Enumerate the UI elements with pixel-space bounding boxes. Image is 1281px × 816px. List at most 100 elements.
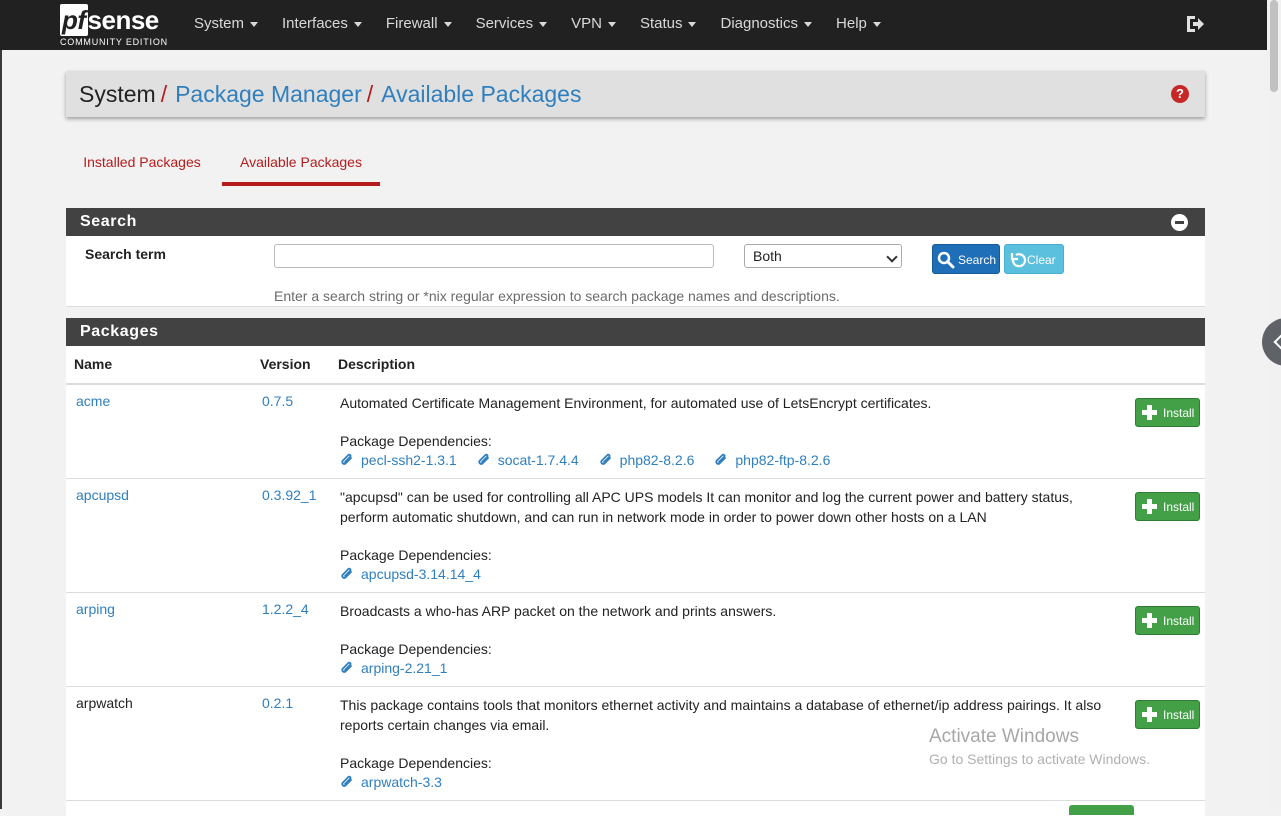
package-name[interactable]: arping [76, 601, 115, 617]
package-name[interactable]: acme [76, 393, 110, 409]
menu-diagnostics-label: Diagnostics [720, 15, 799, 32]
package-description: Automated Certificate Management Environ… [340, 395, 932, 411]
search-icon [937, 251, 955, 269]
menu-services[interactable]: Services [464, 0, 560, 50]
menu-diagnostics[interactable]: Diagnostics [708, 0, 824, 50]
menu-system[interactable]: System [182, 0, 270, 50]
menu-help-label: Help [836, 15, 867, 32]
install-button[interactable]: Install [1135, 700, 1200, 729]
logo-pf: pf [60, 4, 88, 36]
page-title: System / Package Manager / Available Package… [79, 81, 581, 108]
breadcrumb-separator: / [366, 81, 374, 107]
search-scope-value: Both [753, 248, 782, 264]
menu-firewall[interactable]: Firewall [374, 0, 464, 50]
search-input[interactable] [274, 244, 714, 268]
column-header-description: Description [338, 356, 416, 372]
menu-system-label: System [194, 15, 245, 32]
dependencies-label: Package Dependencies: [340, 641, 492, 657]
install-button[interactable]: Install [1135, 398, 1200, 427]
pfsense-logo[interactable]: pfsense COMMUNITY EDITION [60, 4, 170, 48]
paperclip-icon [341, 661, 352, 673]
install-button[interactable]: Install [1135, 606, 1200, 635]
sign-out-icon[interactable] [1184, 13, 1206, 35]
dependency-list: apcupsd-3.14.14_4 [340, 566, 501, 582]
package-version[interactable]: 0.3.92_1 [262, 487, 317, 503]
logo-wordmark: pfsense [60, 4, 159, 36]
menu-services-label: Services [475, 15, 534, 32]
vertical-scrollbar[interactable] [1267, 0, 1281, 809]
plus-icon [1142, 499, 1157, 514]
dependency-link[interactable]: php82-ftp-8.2.6 [714, 452, 830, 468]
package-name[interactable]: arpwatch [76, 695, 133, 711]
plus-icon [1142, 613, 1157, 628]
menu-vpn[interactable]: VPN [559, 0, 628, 50]
dependency-link[interactable]: socat-1.7.4.4 [477, 452, 579, 468]
packages-panel-header: Packages [66, 318, 1205, 346]
dependency-link[interactable]: apcupsd-3.14.14_4 [340, 566, 481, 582]
package-version[interactable]: 1.2.2_4 [262, 601, 309, 617]
menu-vpn-label: VPN [571, 15, 602, 32]
dependency-list: arpwatch-3.3 [340, 774, 462, 790]
menu-interfaces[interactable]: Interfaces [270, 0, 374, 50]
top-navbar: pfsense COMMUNITY EDITION System Interfa… [0, 0, 1281, 50]
window-left-edge [0, 50, 2, 809]
search-help-text: Enter a search string or *nix regular ex… [274, 288, 840, 304]
chevron-left-icon[interactable] [1262, 318, 1281, 366]
menu-status-label: Status [639, 15, 683, 32]
column-header-version: Version [260, 356, 311, 372]
dependency-name: socat-1.7.4.4 [497, 452, 579, 468]
undo-icon [1010, 253, 1027, 268]
install-button[interactable] [1069, 805, 1134, 815]
install-button-label: Install [1163, 500, 1195, 514]
dependency-name: php82-ftp-8.2.6 [735, 452, 831, 468]
dependency-name: arpwatch-3.3 [361, 774, 442, 790]
menu-interfaces-label: Interfaces [282, 15, 348, 32]
package-description: Broadcasts a who-has ARP packet on the n… [340, 603, 777, 619]
activation-watermark-title: Activate Windows [929, 726, 1079, 747]
breadcrumb-system: System [79, 81, 156, 107]
paperclip-icon [341, 775, 352, 787]
caret-down-icon [353, 21, 362, 27]
search-term-label: Search term [85, 246, 166, 262]
logo-sense: sense [87, 5, 160, 35]
install-button-label: Install [1163, 614, 1195, 628]
paperclip-icon [341, 453, 352, 465]
menu-help[interactable]: Help [824, 0, 893, 50]
tab-installed-packages[interactable]: Installed Packages [66, 150, 218, 186]
search-panel-header: Search [66, 208, 1205, 236]
dependency-link[interactable]: php82-8.2.6 [599, 452, 694, 468]
question-circle-icon[interactable]: ? [1171, 85, 1189, 103]
menu-status[interactable]: Status [628, 0, 709, 50]
clear-button[interactable]: Clear [1004, 244, 1064, 274]
dependency-list: arping-2.21_1 [340, 660, 467, 676]
clear-button-label: Clear [1027, 253, 1056, 267]
package-version[interactable]: 0.7.5 [262, 393, 293, 409]
activation-watermark-subtitle: Go to Settings to activate Windows. [929, 751, 1150, 767]
search-scope-select[interactable]: Both [744, 244, 902, 268]
minus-circle-icon[interactable] [1171, 214, 1188, 231]
dependencies-label: Package Dependencies: [340, 755, 492, 771]
caret-down-icon [539, 21, 548, 27]
scrollbar-thumb[interactable] [1270, 0, 1278, 92]
search-panel-title: Search [80, 213, 137, 230]
caret-down-icon [804, 21, 813, 27]
paperclip-icon [715, 453, 727, 465]
menu-firewall-label: Firewall [385, 15, 438, 32]
column-header-name: Name [74, 356, 113, 372]
package-version[interactable]: 0.2.1 [262, 695, 293, 711]
install-button[interactable]: Install [1135, 492, 1200, 521]
breadcrumb-package-manager[interactable]: Package Manager [175, 81, 362, 107]
paperclip-icon [600, 453, 611, 465]
install-button-label: Install [1163, 708, 1195, 722]
breadcrumb-available-packages[interactable]: Available Packages [381, 81, 581, 107]
breadcrumb-separator: / [160, 81, 168, 107]
package-name[interactable]: apcupsd [76, 487, 129, 503]
dependency-link[interactable]: arpwatch-3.3 [340, 774, 442, 790]
search-button[interactable]: Search [932, 244, 1000, 274]
tab-available-packages[interactable]: Available Packages [222, 150, 380, 186]
paperclip-icon [341, 567, 352, 579]
dependency-link[interactable]: pecl-ssh2-1.3.1 [340, 452, 457, 468]
caret-down-icon [443, 21, 452, 27]
dependency-link[interactable]: arping-2.21_1 [340, 660, 447, 676]
caret-down-icon [688, 21, 697, 27]
